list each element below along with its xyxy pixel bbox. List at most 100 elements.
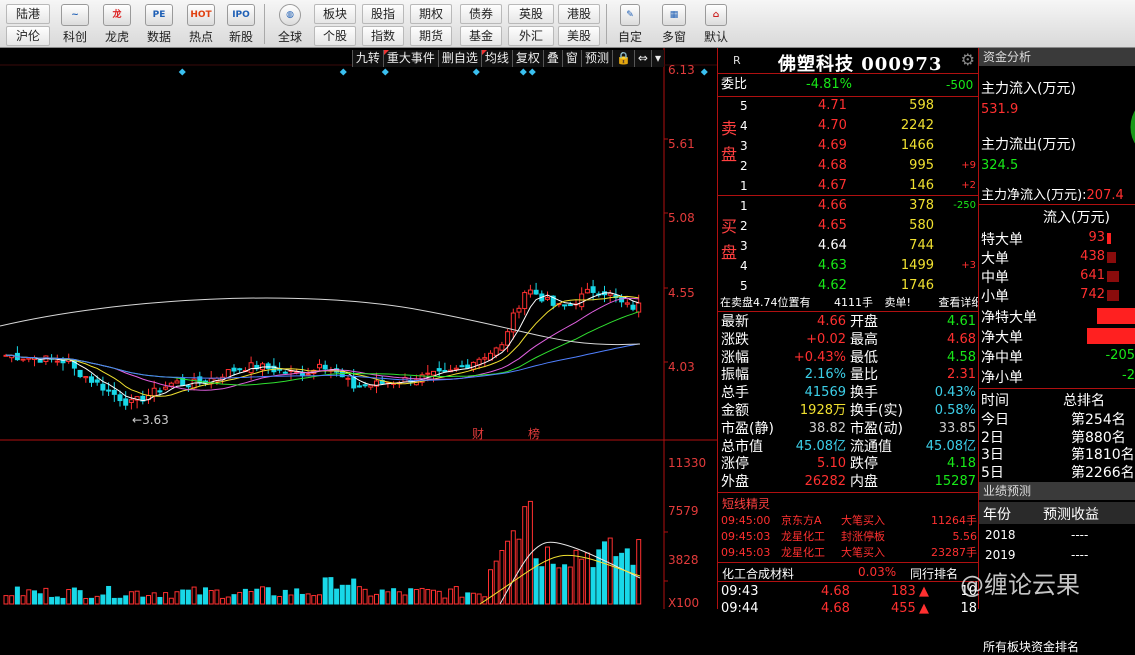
gear-icon[interactable]: ⚙ xyxy=(961,50,975,69)
volume-bar xyxy=(37,593,43,605)
stat-label: 涨幅 xyxy=(721,349,749,366)
all-sector-ranking-link[interactable]: 所有板块资金排名 xyxy=(983,638,1079,655)
hk-connect-button[interactable]: 陆港 xyxy=(6,4,50,24)
hk-stocks-button[interactable]: 港股 xyxy=(558,4,600,24)
short-line-item[interactable]: 09:45:03 龙星化工 封涨停板 5.56 xyxy=(721,529,977,545)
window-button[interactable]: 窗 xyxy=(561,50,581,67)
volume-bar xyxy=(89,597,94,605)
lock-icon[interactable]: 🔒 xyxy=(611,50,634,67)
up-candle xyxy=(545,296,550,300)
default-button[interactable]: ⌂ 默认 xyxy=(696,2,736,46)
industry-row[interactable]: 化工合成材料 0.03% 同行排名 xyxy=(722,565,958,582)
main-inflow-value: 531.9 xyxy=(981,102,1019,117)
index-button[interactable]: 指数 xyxy=(362,26,404,46)
order-size-value: 438 xyxy=(1080,249,1105,264)
event-marker-icon[interactable] xyxy=(472,68,480,76)
volume-bar xyxy=(317,594,322,605)
finance-marker[interactable]: 财 xyxy=(472,425,484,442)
volume-bar xyxy=(396,591,402,605)
down-candle xyxy=(106,389,112,392)
kline-chart[interactable] xyxy=(0,48,717,609)
down-candle xyxy=(630,304,636,310)
down-candle xyxy=(231,367,237,372)
forex-button[interactable]: 外汇 xyxy=(508,26,554,46)
star-market-button[interactable]: ~ 科创 xyxy=(54,2,96,46)
options-button[interactable]: 期权 xyxy=(410,4,452,24)
down-candle xyxy=(533,289,539,295)
forecast-year: 2018 xyxy=(985,528,1016,542)
order-price: 4.63 xyxy=(818,258,847,273)
adjust-button[interactable]: 复权 xyxy=(511,50,543,67)
nine-turn-button[interactable]: 九转 xyxy=(351,50,383,67)
short-line-action: 大笔买入 xyxy=(841,546,885,559)
volume-bar xyxy=(545,546,550,605)
swap-icon[interactable]: ⇔ xyxy=(633,50,651,67)
down-candle xyxy=(157,390,163,393)
down-candle xyxy=(567,304,573,307)
down-candle xyxy=(111,389,117,395)
large-order-notice[interactable]: 在卖盘4.74位置有 4111手 卖单! 查看详细 xyxy=(720,294,982,310)
remove-watchlist-button[interactable]: 删自选 xyxy=(437,50,481,67)
volume-bar xyxy=(157,596,163,605)
up-candle xyxy=(505,331,511,346)
us-stocks-button[interactable]: 美股 xyxy=(558,26,600,46)
hotspot-button[interactable]: HOT 热点 xyxy=(180,2,222,46)
ipo-icon: IPO xyxy=(227,4,255,26)
individual-stock-button[interactable]: 个股 xyxy=(314,26,356,46)
global-button[interactable]: ◍ 全球 xyxy=(268,2,312,46)
ranking-marker[interactable]: 榜 xyxy=(528,425,540,442)
stat-label: 市盈(静) xyxy=(721,420,774,437)
volume-bar xyxy=(260,586,265,605)
order-level: 2 xyxy=(740,159,748,173)
sector-button[interactable]: 板块 xyxy=(314,4,356,24)
funds-button[interactable]: 基金 xyxy=(460,26,502,46)
stat-label: 流通值 xyxy=(850,438,892,455)
stat-value: +0.43% xyxy=(793,349,846,365)
new-stock-button[interactable]: IPO 新股 xyxy=(220,2,262,46)
down-candle xyxy=(185,385,191,388)
order-level: 5 xyxy=(740,279,748,293)
major-events-button[interactable]: 重大事件 xyxy=(382,50,438,67)
futures-button[interactable]: 期货 xyxy=(410,26,452,46)
volume-bar xyxy=(453,586,459,605)
order-change: -250 xyxy=(953,200,976,211)
volume-bar xyxy=(231,594,237,605)
volume-bar xyxy=(83,598,89,605)
stat-value: 4.61 xyxy=(947,314,976,329)
stock-index-button[interactable]: 股指 xyxy=(362,4,404,24)
order-price: 4.64 xyxy=(818,238,847,253)
chevron-down-icon[interactable]: ▾ xyxy=(650,50,664,67)
down-candle xyxy=(436,368,442,372)
event-marker-icon[interactable] xyxy=(519,68,527,76)
overlay-button[interactable]: 叠 xyxy=(542,50,562,67)
volume-bar xyxy=(356,586,362,605)
order-volume: 146 xyxy=(909,178,934,193)
uk-stocks-button[interactable]: 英股 xyxy=(508,4,554,24)
event-marker-icon[interactable] xyxy=(178,68,186,76)
volume-bar xyxy=(225,596,231,605)
event-marker-icon[interactable] xyxy=(700,68,708,76)
data-button[interactable]: PE 数据 xyxy=(138,2,180,46)
moving-average-button[interactable]: 均线 xyxy=(480,50,512,67)
event-marker-icon[interactable] xyxy=(528,68,536,76)
volume-bar xyxy=(254,588,260,605)
kline-chart-panel[interactable]: 九转 重大事件 删自选 均线 复权 叠 窗 预测 🔒 ⇔ ▾ 6.13 5.61… xyxy=(0,48,717,610)
order-price: 4.70 xyxy=(818,118,847,133)
short-line-item[interactable]: 09:45:03 龙星化工 大笔买入 23287手 xyxy=(721,545,977,561)
bonds-button[interactable]: 债券 xyxy=(460,4,502,24)
multi-window-button[interactable]: ▦ 多窗 xyxy=(652,2,696,46)
london-connect-button[interactable]: 沪伦 xyxy=(6,26,50,46)
custom-button[interactable]: ✎ 自定 xyxy=(610,2,650,46)
stock-title: 佛塑科技 000973 xyxy=(778,54,943,75)
event-marker-icon[interactable] xyxy=(339,68,347,76)
price-axis-label: 6.13 xyxy=(668,63,695,77)
volume-bar xyxy=(630,564,636,605)
volume-axis-label: 11330 xyxy=(668,456,707,470)
event-marker-icon[interactable] xyxy=(381,68,389,76)
short-line-item[interactable]: 09:45:00 京东方A 大笔买入 11264手 xyxy=(721,513,977,529)
stat-label: 最低 xyxy=(850,349,878,366)
dragon-tiger-button[interactable]: 龙 龙虎 xyxy=(96,2,138,46)
down-candle xyxy=(465,364,471,369)
forecast-button[interactable]: 预测 xyxy=(580,50,612,67)
order-size-label: 大单 xyxy=(981,251,1009,267)
